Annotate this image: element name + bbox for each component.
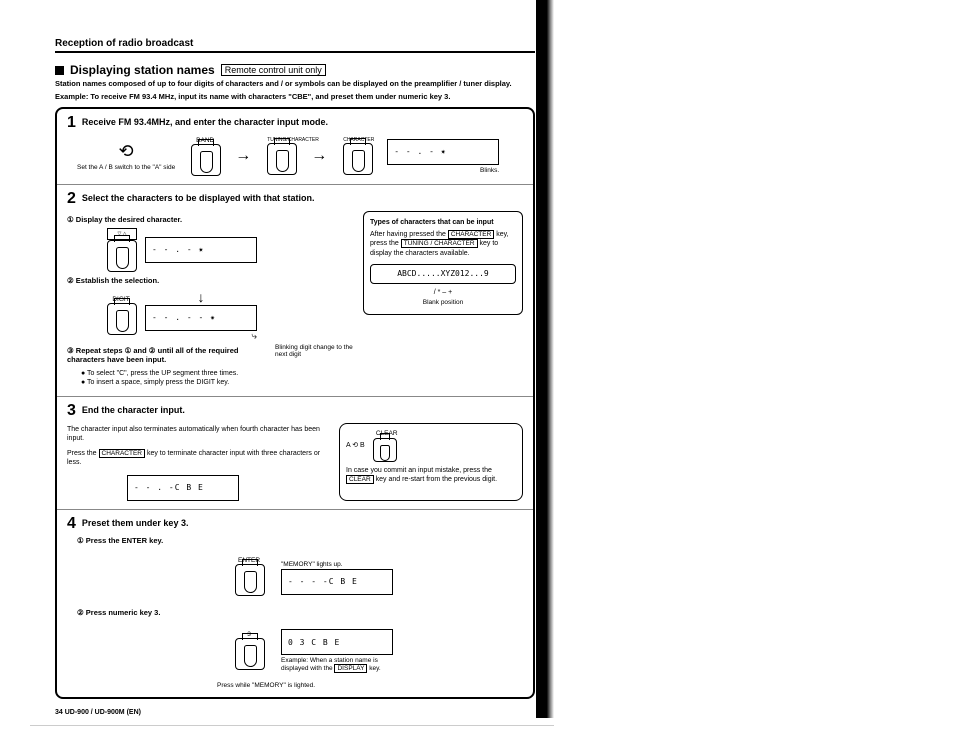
hand-icon	[343, 143, 373, 175]
hand-icon	[235, 564, 265, 596]
substep: ① Press the ENTER key.	[77, 536, 523, 545]
section-header: Reception of radio broadcast	[55, 38, 535, 53]
switch-icon: A ⟲ B	[346, 441, 365, 450]
steps-box: 1 Receive FM 93.4MHz, and enter the char…	[55, 107, 535, 699]
bullet: ● To insert a space, simply press the DI…	[81, 379, 355, 386]
tuning-char-button: TUNING/CHARACTER	[267, 137, 295, 175]
step-3: 3 End the character input. The character…	[57, 397, 533, 511]
char-list: ABCD.....XYZ012...9	[370, 264, 516, 284]
step-number: 4	[67, 516, 76, 532]
hand-icon	[267, 143, 297, 175]
display-panel: - - - - C B E	[281, 569, 393, 595]
display-panel: - - . - ✷ Blinks.	[387, 139, 499, 174]
manual-page: Reception of radio broadcast Displaying …	[55, 38, 535, 716]
hand-icon	[373, 438, 397, 462]
square-bullet-icon	[55, 66, 64, 75]
hand-icon	[107, 240, 137, 272]
substep: ① Display the desired character.	[67, 215, 355, 224]
mistake-box: A ⟲ B CLEAR In case you commit an input …	[339, 423, 523, 502]
step-title: Select the characters to be displayed wi…	[82, 191, 315, 203]
display-panel: 0 3 C B E	[281, 629, 393, 655]
substep: ② Press numeric key 3.	[77, 608, 523, 617]
step-2: 2 Select the characters to be displayed …	[57, 185, 533, 397]
arrow-icon: →	[311, 147, 327, 165]
display-panel: - - . - ✷	[145, 237, 257, 263]
ab-switch: ⟲ Set the A / B switch to the "A" side	[77, 141, 175, 171]
page-title: Displaying station names	[70, 63, 215, 77]
arrow-icon: →	[235, 147, 251, 165]
page-footer: 34 UD-900 / UD-900M (EN)	[55, 709, 535, 716]
hand-icon	[107, 303, 137, 335]
step-title: Preset them under key 3.	[82, 516, 189, 528]
hand-icon	[235, 638, 265, 670]
character-button: CHARACTER	[343, 137, 371, 175]
step-4: 4 Preset them under key 3. ① Press the E…	[57, 510, 533, 696]
display-panel: - - . - C B E	[127, 475, 239, 501]
switch-icon: ⟲	[77, 141, 175, 162]
intro-text: Station names composed of up to four dig…	[55, 79, 535, 89]
step-number: 3	[67, 403, 76, 419]
band-button: BAND	[191, 137, 219, 176]
bullet: ● To select "C", press the UP segment th…	[81, 370, 355, 377]
display-panel: - - . - - ✷	[145, 305, 257, 331]
step-1: 1 Receive FM 93.4MHz, and enter the char…	[57, 109, 533, 185]
substep: ③ Repeat steps ① and ② until all of the …	[67, 346, 267, 364]
types-box: Types of characters that can be input Af…	[363, 211, 523, 315]
step-number: 1	[67, 115, 76, 131]
hand-icon	[191, 144, 221, 176]
remote-tag: Remote control unit only	[221, 64, 326, 76]
step-title: End the character input.	[82, 403, 185, 415]
example-text: Example: To receive FM 93.4 MHz, input i…	[55, 92, 535, 101]
step-title: Receive FM 93.4MHz, and enter the charac…	[82, 115, 328, 127]
step-number: 2	[67, 191, 76, 207]
substep: ② Establish the selection.	[67, 276, 355, 285]
title-row: Displaying station names Remote control …	[55, 63, 535, 77]
